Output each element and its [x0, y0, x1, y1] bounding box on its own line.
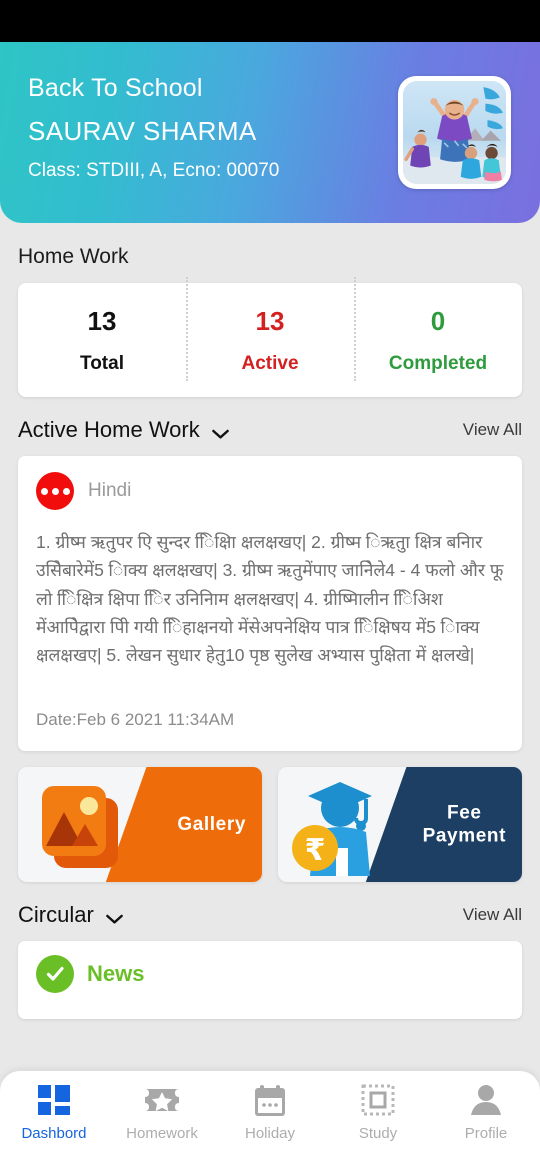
nav-item-holiday[interactable]: Holiday — [216, 1083, 324, 1142]
three-dots-icon — [36, 472, 74, 510]
stat-completed-label: Completed — [388, 352, 488, 374]
stat-total[interactable]: 13 Total — [18, 308, 186, 373]
photo-gallery-icon — [32, 776, 128, 879]
status-bar — [0, 0, 540, 42]
header-text-block: Back To School SAURAV SHARMA Class: STDI… — [28, 68, 280, 181]
avatar[interactable] — [398, 76, 511, 189]
check-circle-icon — [36, 955, 74, 993]
homework-description: 1. ग्रीष्म ऋतुपर एि सुन्दर ि‍िक्षिा क्षल… — [36, 532, 504, 666]
active-homework-header: Active Home Work View All — [0, 397, 540, 443]
stat-active[interactable]: 13 Active — [186, 276, 354, 381]
student-photo-illustration — [403, 81, 506, 184]
homework-date: Date:Feb 6 2021 11:34AM — [36, 709, 235, 729]
nav-item-dashboard[interactable]: Dashbord — [0, 1083, 108, 1142]
chevron-down-icon[interactable] — [106, 912, 123, 924]
nav-label-holiday: Holiday — [244, 1125, 296, 1142]
star-ticket-icon — [142, 1083, 182, 1117]
student-name: SAURAV SHARMA — [28, 116, 257, 146]
person-icon — [469, 1083, 503, 1117]
circular-card-header: News — [36, 955, 504, 993]
gallery-tile[interactable]: Gallery — [18, 767, 262, 882]
homework-card-header: Hindi — [36, 472, 504, 510]
bottom-navigation: Dashbord Homework Holiday Study Profile — [0, 1071, 540, 1170]
stat-active-label: Active — [241, 352, 299, 374]
fee-payment-tile[interactable]: ₹ Fee Payment — [278, 767, 522, 882]
graduate-rupee-icon: ₹ — [292, 776, 396, 881]
nav-item-profile[interactable]: Profile — [432, 1083, 540, 1142]
fee-payment-tile-label: Fee Payment — [422, 801, 506, 847]
circular-card[interactable]: News — [18, 941, 522, 1019]
active-homework-title: Active Home Work — [18, 417, 200, 442]
homework-stats-card: 13 Total 13 Active 0 Completed — [18, 276, 522, 397]
homework-section-title: Home Work — [18, 245, 129, 268]
stat-completed[interactable]: 0 Completed — [354, 276, 522, 381]
circular-item-title: News — [87, 961, 145, 986]
gallery-tile-label: Gallery — [177, 813, 246, 835]
quick-action-tiles: Gallery ₹ Fee Payment — [0, 751, 540, 882]
profile-header: Back To School SAURAV SHARMA Class: STDI… — [0, 42, 540, 223]
nav-label-dashboard: Dashbord — [21, 1125, 87, 1142]
calendar-icon — [253, 1083, 287, 1117]
stat-active-value: 13 — [255, 305, 285, 336]
circular-header-left[interactable]: Circular — [18, 902, 123, 928]
greeting-text: Back To School — [28, 74, 203, 102]
active-homework-view-all[interactable]: View All — [463, 420, 522, 440]
student-photo — [403, 81, 506, 184]
nav-label-homework: Homework — [126, 1125, 198, 1142]
stat-completed-value: 0 — [430, 305, 446, 336]
homework-card[interactable]: Hindi 1. ग्रीष्म ऋतुपर एि सुन्दर ि‍िक्षि… — [18, 456, 522, 751]
grid-dashboard-icon — [37, 1083, 71, 1117]
active-homework-header-left[interactable]: Active Home Work — [18, 417, 229, 443]
chevron-down-icon[interactable] — [211, 427, 229, 439]
svg-text:₹: ₹ — [305, 833, 326, 868]
stat-total-label: Total — [80, 352, 124, 374]
student-class-info: Class: STDIII, A, Ecno: 00070 — [28, 160, 280, 181]
circular-header: Circular View All — [0, 882, 540, 928]
circular-view-all[interactable]: View All — [463, 905, 522, 925]
circular-title: Circular — [18, 902, 94, 927]
nav-label-profile: Profile — [464, 1125, 508, 1142]
homework-subject: Hindi — [88, 480, 132, 501]
nav-item-homework[interactable]: Homework — [108, 1083, 216, 1142]
stat-total-value: 13 — [87, 305, 117, 336]
nav-label-study: Study — [358, 1125, 398, 1142]
dashed-square-icon — [361, 1083, 395, 1117]
nav-item-study[interactable]: Study — [324, 1083, 432, 1142]
